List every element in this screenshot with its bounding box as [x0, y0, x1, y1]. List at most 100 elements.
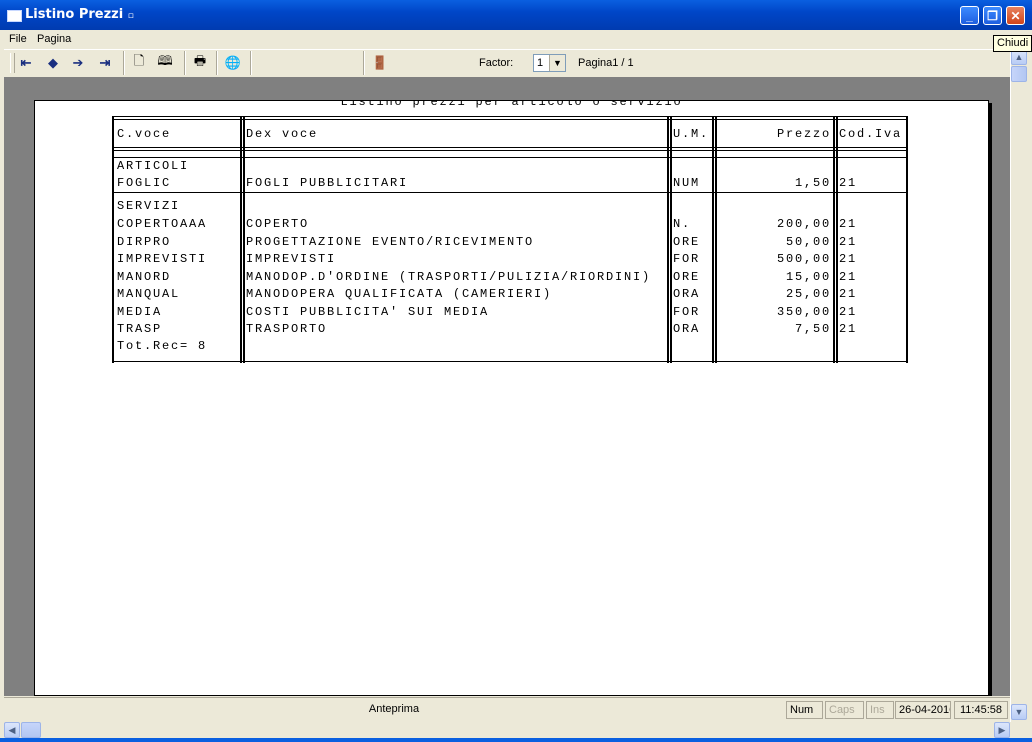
cell-desc: TRASPORTO [246, 322, 328, 336]
close-tooltip: Chiudi [993, 35, 1032, 52]
toolbar: ⇤ ◆ ➔ ⇥ 🗋 🕮 🖶 🌐 🚪 Factor: 1 ▼ Pagina1 / … [4, 49, 1010, 78]
printer-icon: 🖶 [193, 53, 207, 68]
cell-code: COPERTOAAA [117, 217, 208, 231]
header-rule [114, 116, 908, 117]
menu-file[interactable]: File [9, 33, 27, 45]
first-page-button[interactable]: ⇤ [16, 54, 36, 72]
single-page-button[interactable]: 🗋 [129, 53, 149, 72]
scroll-right-arrow[interactable]: ▶ [994, 722, 1010, 738]
factor-label: Factor: [479, 57, 514, 69]
cell-price: 500,00 [776, 252, 831, 266]
cell-code: MEDIA [117, 304, 163, 319]
export-button[interactable]: 🌐 [223, 54, 243, 72]
cell-desc: PROGETTAZIONE EVENTO/RICEVIMENTO [246, 234, 535, 249]
cell-desc: COSTI PUBBLICITA' SUI MEDIA [246, 304, 490, 319]
status-ins: Ins [866, 701, 894, 719]
book-icon: 🕮 [157, 53, 173, 68]
minimize-button[interactable]: _ [960, 6, 979, 25]
restore-button[interactable]: ❐ [983, 6, 1002, 25]
toolbar-separator [123, 51, 125, 75]
cell-desc: FOGLI PUBBLICITARI [246, 176, 409, 190]
cell-price: 15,00 [785, 269, 831, 284]
horizontal-scrollbar[interactable]: ◀ ▶ [4, 722, 1010, 738]
window-icon [7, 10, 22, 22]
cell-desc: IMPREVISTI [246, 252, 337, 266]
header-um: U.M. [673, 127, 710, 141]
window-bottom-border [0, 738, 1032, 742]
print-button[interactable]: 🖶 [190, 53, 210, 72]
toolbar-grip[interactable] [10, 53, 15, 73]
horizontal-scroll-thumb[interactable] [21, 722, 41, 738]
header-vat: Cod.Iva [839, 127, 903, 141]
cell-um: ORA [673, 322, 701, 336]
cell-desc: COPERTO [246, 217, 310, 231]
cell-price: 7,50 [794, 322, 831, 336]
status-date: 26-04-2016 [895, 701, 951, 719]
cell-vat: 21 [839, 304, 858, 319]
prev-page-button[interactable]: ◆ [43, 54, 63, 72]
cell-code: DIRPRO [117, 234, 172, 249]
cell-desc: MANODOPERA QUALIFICATA (CAMERIERI) [246, 287, 553, 301]
two-pages-button[interactable]: 🕮 [155, 53, 175, 72]
factor-select[interactable]: 1 ▼ [533, 54, 566, 72]
report-preview-area[interactable]: Listino prezzi per articolo o servizio C… [4, 77, 1010, 696]
vertical-scroll-thumb[interactable] [1011, 66, 1027, 82]
cell-price: 25,00 [785, 287, 831, 301]
cell-price: 1,50 [794, 176, 831, 190]
cell-vat: 21 [839, 269, 858, 284]
cell-um: ORE [673, 234, 701, 249]
column-line [715, 116, 717, 363]
toolbar-separator [250, 51, 252, 75]
cell-vat: 21 [839, 217, 858, 231]
first-page-icon: ⇤ [20, 55, 32, 70]
menu-pagina[interactable]: Pagina [37, 33, 71, 45]
column-line [667, 116, 669, 363]
cell-um: FOR [673, 252, 701, 266]
last-page-icon: ⇥ [99, 55, 111, 70]
globe-icon: 🌐 [224, 55, 242, 70]
menu-bar: File Pagina [0, 30, 1032, 49]
scroll-down-arrow[interactable]: ▼ [1011, 704, 1027, 720]
column-line [670, 116, 672, 363]
cell-um: FOR [673, 304, 701, 319]
status-time: 11:45:58 [954, 701, 1008, 719]
page-icon: 🗋 [133, 53, 145, 68]
arrow-left-icon: ◆ [48, 55, 58, 70]
header-price: Prezzo [776, 127, 831, 141]
chevron-down-icon[interactable]: ▼ [549, 55, 565, 71]
scroll-left-arrow[interactable]: ◀ [4, 722, 20, 738]
cell-um: ORA [673, 287, 701, 301]
next-page-button[interactable]: ➔ [68, 54, 88, 72]
status-caps: Caps [825, 701, 864, 719]
cell-code: FOGLIC [117, 176, 172, 190]
column-line [836, 116, 838, 363]
cell-vat: 21 [839, 252, 858, 266]
header-code: C.voce [117, 127, 172, 141]
column-line [712, 116, 714, 363]
toolbar-separator [363, 51, 365, 75]
vertical-scrollbar[interactable]: ▲ ▼ [1010, 49, 1028, 722]
toolbar-separator [184, 51, 186, 75]
column-line [906, 116, 908, 363]
column-line [240, 116, 242, 363]
header-rule [114, 150, 908, 151]
column-line [833, 116, 835, 363]
cell-code: IMPREVISTI [117, 252, 208, 266]
close-button[interactable]: ✕ [1006, 6, 1025, 25]
cell-vat: 21 [839, 176, 858, 190]
cell-desc: MANODOP.D'ORDINE (TRASPORTI/PULIZIA/RIOR… [246, 269, 652, 284]
group-rule [114, 192, 908, 193]
status-bar: Anteprima Num Caps Ins 26-04-2016 11:45:… [4, 697, 1010, 722]
status-num: Num [786, 701, 823, 719]
factor-value: 1 [537, 57, 544, 69]
arrow-right-icon: ➔ [72, 55, 84, 70]
header-desc: Dex voce [246, 127, 319, 141]
exit-button[interactable]: 🚪 [370, 54, 390, 72]
bottom-rule [114, 361, 908, 362]
column-line [112, 116, 114, 363]
report-page: Listino prezzi per articolo o servizio C… [34, 100, 989, 696]
toolbar-separator [216, 51, 218, 75]
title-bar[interactable]: Listino Prezzi ▫ _ ❐ ✕ [0, 0, 1032, 30]
header-rule [114, 147, 908, 148]
last-page-button[interactable]: ⇥ [95, 54, 115, 72]
